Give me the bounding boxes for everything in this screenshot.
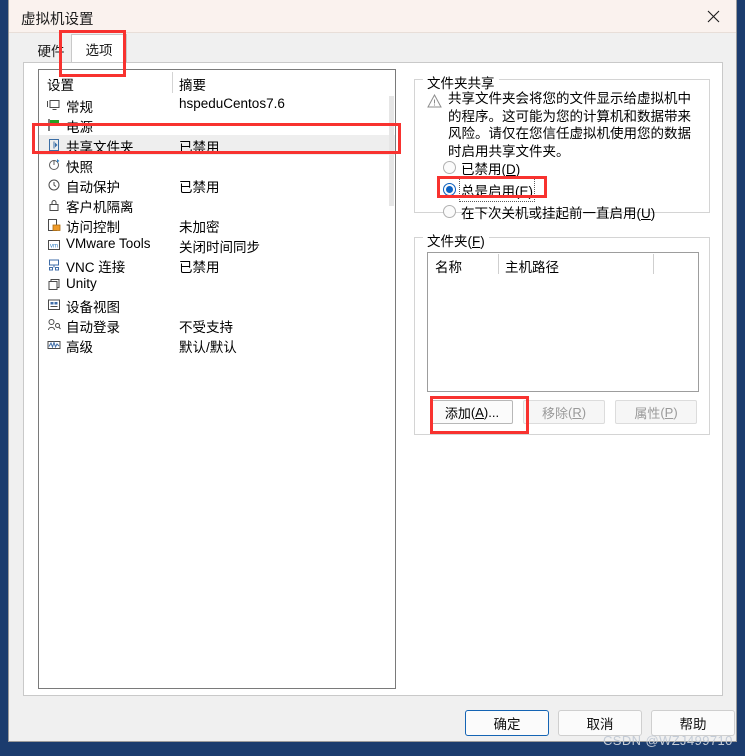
vnc-icon [46, 257, 62, 273]
radio-disabled-label: 已禁用(D) [461, 161, 521, 177]
tab-strip: 硬件 选项 [9, 33, 736, 63]
list-item-summary: 已禁用 [179, 140, 220, 155]
folders-table-header: 名称 主机路径 [428, 253, 698, 275]
list-item-summary: 关闭时间同步 [179, 240, 260, 255]
folder-sharing-group-title: 文件夹共享 [423, 72, 499, 92]
tab-hardware[interactable]: 硬件 [27, 37, 75, 63]
clock-icon [46, 177, 62, 193]
close-icon[interactable] [690, 0, 736, 32]
folders-column-divider [498, 254, 499, 274]
window-title: 虚拟机设置 [21, 12, 94, 28]
folders-column-divider [653, 254, 654, 274]
watermark: CSDN @WZJ499710 [603, 733, 733, 748]
list-item[interactable]: 访问控制 未加密 [39, 215, 395, 235]
virtual-machine-settings-dialog: 虚拟机设置 硬件 选项 设置 摘要 常规 hspeduCentos7.6 电源 … [8, 0, 737, 748]
folder-sharing-warning-text: 共享文件夹会将您的文件显示给虚拟机中的程序。这可能为您的计算机和数据带来风险。请… [448, 91, 691, 159]
list-item[interactable]: 自动保护 已禁用 [39, 175, 395, 195]
settings-rows: 常规 hspeduCentos7.6 电源 共享文件夹 已禁用 快照 自动保护 … [39, 95, 395, 355]
svg-text:vm: vm [50, 243, 58, 249]
auto-login-icon [46, 317, 62, 333]
list-item[interactable]: vm VMware Tools 关闭时间同步 [39, 235, 395, 255]
list-item-label: 自动登录 [66, 320, 120, 335]
monitor-icon [46, 97, 62, 113]
list-item-label: 电源 [66, 120, 93, 135]
list-item-label: 自动保护 [66, 180, 120, 195]
column-header-summary: 摘要 [179, 78, 206, 93]
device-view-icon [46, 297, 62, 313]
power-flag-icon [46, 117, 62, 133]
list-item-summary: 已禁用 [179, 180, 220, 195]
list-item-label: 高级 [66, 340, 93, 355]
shared-folder-icon [46, 137, 62, 153]
list-item[interactable]: 快照 [39, 155, 395, 175]
add-folder-button[interactable]: 添加(A)... [431, 400, 513, 424]
column-header-setting: 设置 [47, 78, 74, 93]
folders-table[interactable]: 名称 主机路径 [427, 252, 699, 392]
list-item-label: Unity [66, 276, 97, 291]
warning-triangle-icon [427, 93, 442, 108]
list-item-label: 共享文件夹 [66, 140, 134, 155]
list-item[interactable]: 自动登录 不受支持 [39, 315, 395, 335]
options-tab-page: 设置 摘要 常规 hspeduCentos7.6 电源 共享文件夹 已禁用 快照… [23, 62, 723, 696]
folder-properties-button[interactable]: 属性(P) [615, 400, 697, 424]
list-item-summary: 默认/默认 [179, 340, 237, 355]
snapshot-icon [46, 157, 62, 173]
unity-icon [46, 277, 62, 293]
list-item-summary: 未加密 [179, 220, 220, 235]
list-item-label: 快照 [66, 160, 93, 175]
settings-list-scrollbar[interactable] [389, 96, 394, 206]
folders-column-name: 名称 [435, 260, 462, 275]
radio-mark-selected-icon [443, 183, 456, 196]
folders-group: 文件夹(F) 名称 主机路径 添加(A)... 移除(R) 属性(P) [414, 230, 710, 435]
radio-enabled-until-shutdown-label: 在下次关机或挂起前一直启用(U) [461, 205, 656, 221]
list-item-label: VNC 连接 [66, 260, 126, 275]
list-item-summary: hspeduCentos7.6 [179, 96, 285, 111]
list-item-shared-folders[interactable]: 共享文件夹 已禁用 [39, 135, 395, 155]
list-item-label: 设备视图 [66, 300, 120, 315]
list-item[interactable]: 高级 默认/默认 [39, 335, 395, 355]
folder-sharing-group: 文件夹共享 共享文件夹会将您的文件显示给虚拟机中的程序。这可能为您的计算机和数据… [414, 72, 710, 221]
lock-icon [46, 197, 62, 213]
access-lock-icon [46, 217, 62, 233]
list-item[interactable]: 设备视图 [39, 295, 395, 315]
radio-always-enabled[interactable]: 总是启用(E) [443, 177, 536, 202]
list-item[interactable]: 客户机隔离 [39, 195, 395, 215]
radio-enabled-until-shutdown[interactable]: 在下次关机或挂起前一直启用(U) [443, 202, 655, 221]
settings-list[interactable]: 设置 摘要 常规 hspeduCentos7.6 电源 共享文件夹 已禁用 快照… [38, 69, 396, 689]
advanced-icon [46, 337, 62, 353]
list-item[interactable]: 常规 hspeduCentos7.6 [39, 95, 395, 115]
settings-list-header: 设置 摘要 [39, 70, 395, 95]
remove-folder-button[interactable]: 移除(R) [523, 400, 605, 424]
list-item-label: 常规 [66, 100, 93, 115]
list-item-summary: 不受支持 [179, 320, 233, 335]
list-item-label: 客户机隔离 [66, 200, 134, 215]
title-bar: 虚拟机设置 [9, 0, 736, 33]
folders-group-title: 文件夹(F) [423, 230, 489, 250]
folders-column-host-path: 主机路径 [505, 260, 559, 275]
list-item[interactable]: VNC 连接 已禁用 [39, 255, 395, 275]
ok-button[interactable]: 确定 [465, 710, 549, 736]
radio-mark-icon [443, 205, 456, 218]
list-item[interactable]: 电源 [39, 115, 395, 135]
list-item-summary: 已禁用 [179, 260, 220, 275]
list-item[interactable]: Unity [39, 275, 395, 295]
radio-mark-icon [443, 161, 456, 174]
radio-disabled[interactable]: 已禁用(D) [443, 158, 520, 177]
vmware-tools-icon: vm [46, 237, 62, 253]
list-item-label: VMware Tools [66, 236, 151, 251]
tab-options[interactable]: 选项 [71, 34, 127, 63]
list-item-label: 访问控制 [66, 220, 120, 235]
column-divider [172, 72, 173, 93]
radio-always-enabled-label: 总是启用(E) [458, 177, 536, 202]
